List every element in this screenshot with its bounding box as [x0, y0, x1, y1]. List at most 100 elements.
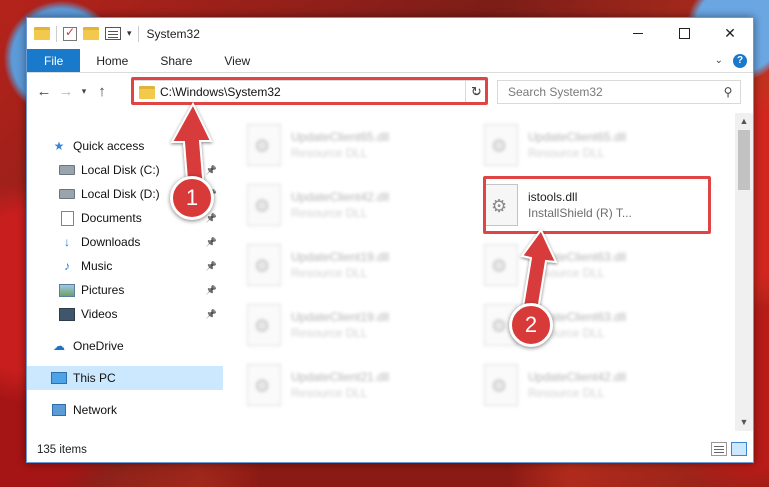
videos-icon	[59, 307, 75, 321]
tiles-view-icon[interactable]	[731, 442, 747, 456]
minimize-button[interactable]	[615, 18, 661, 49]
file-description: InstallShield (R) T...	[528, 206, 632, 220]
file-list: ⚙ UpdateClient65.dll Resource DLL ⚙ UpdateCl…	[223, 113, 735, 431]
dll-file-icon: ⚙	[484, 364, 518, 406]
file-item[interactable]: ⚙ UpdateClient65.dll Resource DLL	[484, 119, 714, 171]
file-name: istools.dll	[528, 190, 578, 204]
gear-icon: ⚙	[254, 256, 271, 276]
sidebar-item-label: Videos	[81, 307, 118, 321]
tab-file[interactable]: File	[27, 49, 81, 72]
maximize-button[interactable]	[661, 18, 707, 49]
sidebar-item-label: Quick access	[73, 139, 145, 153]
file-name: UpdateClient65.dll	[291, 130, 390, 144]
address-bar[interactable]: C:\Windows\System32 ⌄	[132, 80, 487, 104]
forward-arrow-icon[interactable]: →	[55, 83, 77, 100]
tab-share[interactable]: Share	[144, 49, 208, 72]
file-name: UpdateClient42.dll	[291, 190, 390, 204]
file-description: Resource DLL	[291, 206, 368, 220]
up-arrow-icon[interactable]: ↑	[91, 83, 113, 100]
navigation-bar: ← → ▾ ↑ C:\Windows\System32 ⌄ ↻ ⚲	[27, 74, 753, 108]
status-bar: 135 items	[27, 438, 753, 462]
pin-icon: 📌	[205, 260, 217, 271]
scrollbar-thumb[interactable]	[738, 130, 750, 190]
dll-file-icon: ⚙	[247, 244, 281, 286]
file-item[interactable]: ⚙ UpdateClient65.dll Resource DLL	[247, 119, 477, 171]
sidebar-item[interactable]: Pictures 📌	[27, 278, 223, 302]
file-name: UpdateClient19.dll	[291, 310, 390, 324]
refresh-button[interactable]: ↻	[465, 80, 487, 104]
gear-icon: ⚙	[254, 376, 271, 396]
sidebar-item[interactable]: ↓ Downloads 📌	[27, 230, 223, 254]
address-path[interactable]: C:\Windows\System32	[160, 85, 468, 99]
dll-file-icon: ⚙	[247, 304, 281, 346]
close-button[interactable]: ✕	[707, 18, 753, 49]
scroll-down-chevron-icon[interactable]: ▼	[735, 414, 753, 431]
music-icon: ♪	[64, 259, 70, 273]
properties-check-icon[interactable]	[63, 25, 77, 41]
file-explorer-window: ▾ System32 ✕ File Home Share View ⌄ ? ← …	[26, 17, 754, 463]
sidebar-item[interactable]: ★ Quick access	[27, 134, 223, 158]
star-icon: ★	[53, 139, 65, 153]
file-item[interactable]: ⚙ UpdateClient21.dll Resource DLL	[247, 359, 477, 411]
file-name: UpdateClient63.dll	[528, 250, 627, 264]
tab-home[interactable]: Home	[80, 49, 144, 72]
callout-step-1: 1	[170, 176, 214, 220]
gear-icon: ⚙	[491, 196, 508, 216]
sidebar-item-label: This PC	[73, 371, 116, 385]
recent-locations-chevron-icon[interactable]: ▾	[77, 86, 91, 97]
customize-toolbar-chevron-icon[interactable]: ▾	[127, 28, 132, 39]
item-count: 135 items	[37, 444, 87, 456]
gear-icon: ⚙	[254, 196, 271, 216]
pin-icon: 📌	[205, 308, 217, 319]
scroll-up-chevron-icon[interactable]: ▲	[735, 113, 753, 130]
details-view-icon[interactable]	[711, 442, 727, 456]
sidebar-item[interactable]: Network	[27, 398, 223, 422]
search-box[interactable]: ⚲	[497, 80, 741, 104]
gear-icon: ⚙	[491, 316, 508, 336]
pics-icon	[59, 283, 75, 297]
search-input[interactable]	[508, 85, 716, 99]
sidebar-item[interactable]: This PC	[27, 366, 223, 390]
toolbar-divider	[56, 25, 57, 42]
pin-icon: 📌	[205, 236, 217, 247]
file-item[interactable]: ⚙ UpdateClient19.dll Resource DLL	[247, 239, 477, 291]
file-item[interactable]: ⚙ UpdateClient63.dll Resource DLL	[484, 239, 714, 291]
sidebar-item[interactable]: ☁ OneDrive	[27, 334, 223, 358]
folder-icon	[34, 27, 50, 40]
sidebar-item-label: Downloads	[81, 235, 141, 249]
help-icon[interactable]: ?	[733, 53, 747, 68]
expand-ribbon-chevron-icon[interactable]: ⌄	[715, 55, 723, 66]
file-name: UpdateClient21.dll	[291, 370, 390, 384]
file-description: Resource DLL	[291, 326, 368, 340]
tab-view[interactable]: View	[208, 49, 266, 72]
file-name: UpdateClient19.dll	[291, 250, 390, 264]
window-title: System32	[146, 26, 200, 41]
dll-file-icon: ⚙	[247, 124, 281, 166]
gear-icon: ⚙	[491, 376, 508, 396]
gear-icon: ⚙	[254, 316, 271, 336]
sidebar-item-label: Pictures	[81, 283, 125, 297]
vertical-scrollbar[interactable]: ▲ ▼	[735, 113, 753, 431]
pin-icon: 📌	[205, 164, 217, 175]
dll-file-icon: ⚙	[247, 364, 281, 406]
file-description: Resource DLL	[528, 386, 605, 400]
file-item[interactable]: ⚙ UpdateClient19.dll Resource DLL	[247, 299, 477, 351]
search-icon[interactable]: ⚲	[716, 85, 740, 99]
sidebar-item-label: Local Disk (D:)	[81, 187, 160, 201]
net-icon	[51, 403, 67, 417]
callout-step-2: 2	[509, 303, 553, 347]
file-name: UpdateClient42.dll	[528, 370, 627, 384]
file-item[interactable]: ⚙ UpdateClient42.dll Resource DLL	[247, 179, 477, 231]
file-description: Resource DLL	[291, 386, 368, 400]
sidebar-item-label: Music	[81, 259, 113, 273]
new-folder-icon[interactable]	[83, 27, 99, 40]
ribbon-tabs: File Home Share View ⌄ ?	[27, 49, 753, 73]
pin-icon: 📌	[205, 212, 217, 223]
file-item[interactable]: ⚙ istools.dll InstallShield (R) T...	[484, 179, 714, 231]
sidebar-item-label: Local Disk (C:)	[81, 163, 160, 177]
file-item[interactable]: ⚙ UpdateClient42.dll Resource DLL	[484, 359, 714, 411]
back-arrow-icon[interactable]: ←	[33, 83, 55, 100]
sidebar-item[interactable]: ♪ Music 📌	[27, 254, 223, 278]
sidebar-item[interactable]: Videos 📌	[27, 302, 223, 326]
properties-icon[interactable]	[105, 27, 121, 40]
